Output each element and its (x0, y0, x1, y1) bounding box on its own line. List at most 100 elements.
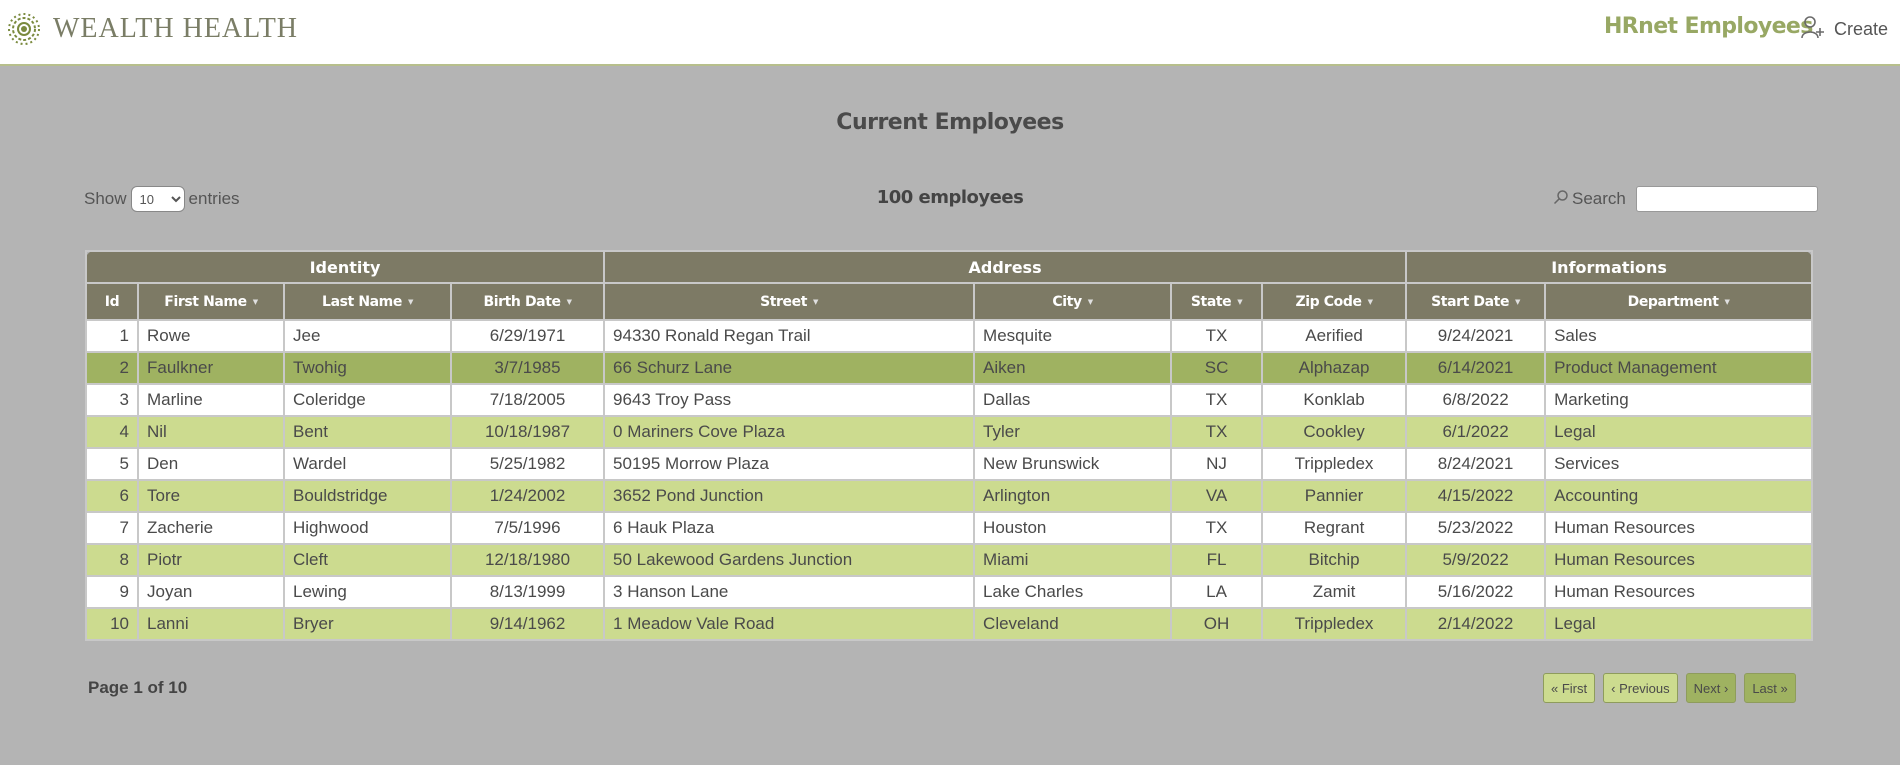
cell-city: Aiken (973, 351, 1173, 385)
group-header-address: Address (603, 250, 1408, 284)
cell-city: New Brunswick (973, 447, 1173, 481)
cell-birth-date: 7/18/2005 (449, 383, 606, 417)
cell-last-name: Coleridge (283, 383, 452, 417)
column-group-row: Identity Address Informations (84, 250, 1814, 284)
cell-state: TX (1170, 415, 1264, 449)
sort-indicator-icon: ▼ (813, 297, 819, 306)
cell-city: Dallas (973, 383, 1173, 417)
column-header-last-name[interactable]: Last Name ▼ (283, 282, 452, 321)
cell-city: Mesquite (973, 319, 1173, 353)
cell-birth-date: 8/13/1999 (449, 575, 606, 609)
cell-state: NJ (1170, 447, 1264, 481)
column-header-first-name[interactable]: First Name ▼ (137, 282, 285, 321)
cell-last-name: Jee (283, 319, 452, 353)
column-header-id[interactable]: Id (85, 282, 139, 321)
pagination: « First ‹ Previous Next › Last » (1543, 673, 1804, 703)
cell-last-name: Wardel (283, 447, 452, 481)
cell-department: Services (1544, 447, 1814, 481)
cell-state: SC (1170, 351, 1264, 385)
nav-title-link[interactable]: HRnet Employees (1604, 14, 1813, 39)
cell-street: 50195 Morrow Plaza (603, 447, 976, 481)
next-page-button[interactable]: Next › (1685, 673, 1737, 703)
cell-zip-code: Aerified (1261, 319, 1408, 353)
cell-id: 2 (85, 351, 139, 385)
cell-start-date: 8/24/2021 (1405, 447, 1547, 481)
cell-street: 1 Meadow Vale Road (603, 607, 976, 641)
sort-indicator-icon: ▼ (1087, 297, 1093, 306)
previous-page-button[interactable]: ‹ Previous (1603, 673, 1678, 703)
cell-id: 3 (85, 383, 139, 417)
cell-id: 5 (85, 447, 139, 481)
cell-street: 94330 Ronald Regan Trail (603, 319, 976, 353)
cell-street: 50 Lakewood Gardens Junction (603, 543, 976, 577)
cell-last-name: Twohig (283, 351, 452, 385)
cell-city: Arlington (973, 479, 1173, 513)
cell-first-name: Tore (137, 479, 285, 513)
column-header-city[interactable]: City ▼ (973, 282, 1173, 321)
cell-state: OH (1170, 607, 1264, 641)
table-row[interactable]: 5 Den Wardel 5/25/1982 50195 Morrow Plaza New… (85, 447, 1814, 481)
cell-first-name: Nil (137, 415, 285, 449)
column-header-label: Last Name (322, 293, 402, 310)
cell-department: Human Resources (1544, 511, 1814, 545)
cell-start-date: 5/9/2022 (1405, 543, 1547, 577)
cell-birth-date: 10/18/1987 (449, 415, 606, 449)
column-header-state[interactable]: State ▼ (1170, 282, 1264, 321)
cell-street: 0 Mariners Cove Plaza (603, 415, 976, 449)
cell-id: 9 (85, 575, 139, 609)
group-header-identity: Identity (84, 250, 606, 284)
brand-mandala-icon (7, 10, 41, 48)
cell-start-date: 6/1/2022 (1405, 415, 1547, 449)
cell-department: Product Management (1544, 351, 1814, 385)
cell-city: Tyler (973, 415, 1173, 449)
brand-logo[interactable]: WEALTH HEALTH (7, 10, 298, 48)
cell-zip-code: Zamit (1261, 575, 1408, 609)
cell-zip-code: Cookley (1261, 415, 1408, 449)
cell-birth-date: 5/25/1982 (449, 447, 606, 481)
cell-id: 4 (85, 415, 139, 449)
page-info: Page 1 of 10 (88, 678, 188, 697)
search-control: Search (1553, 186, 1818, 212)
sort-indicator-icon: ▼ (1367, 297, 1373, 306)
column-header-start-date[interactable]: Start Date ▼ (1405, 282, 1547, 321)
cell-start-date: 6/14/2021 (1405, 351, 1547, 385)
table-row[interactable]: 4 Nil Bent 10/18/1987 0 Mariners Cove Plaza T… (85, 415, 1814, 449)
first-page-button[interactable]: « First (1543, 673, 1596, 703)
cell-zip-code: Trippledex (1261, 447, 1408, 481)
create-employee-link[interactable]: Create (1800, 14, 1888, 45)
sort-indicator-icon: ▼ (1724, 297, 1730, 306)
table-row[interactable]: 3 Marline Coleridge 7/18/2005 9643 Troy Pass… (85, 383, 1814, 417)
table-row[interactable]: 6 Tore Bouldstridge 1/24/2002 3652 Pond Junc… (85, 479, 1814, 513)
cell-start-date: 5/16/2022 (1405, 575, 1547, 609)
cell-city: Houston (973, 511, 1173, 545)
table-row[interactable]: 9 Joyan Lewing 8/13/1999 3 Hanson Lane Lake C… (85, 575, 1814, 609)
cell-state: VA (1170, 479, 1264, 513)
table-row[interactable]: 2 Faulkner Twohig 3/7/1985 66 Schurz Lane Aik… (85, 351, 1814, 385)
search-input[interactable] (1635, 186, 1818, 212)
sort-indicator-icon: ▼ (252, 297, 258, 306)
cell-department: Sales (1544, 319, 1814, 353)
table-row[interactable]: 10 Lanni Bryer 9/14/1962 1 Meadow Vale Road C… (85, 607, 1814, 641)
column-header-birth-date[interactable]: Birth Date ▼ (449, 282, 606, 321)
cell-id: 10 (85, 607, 139, 641)
cell-first-name: Joyan (137, 575, 285, 609)
column-header-label: State (1190, 293, 1232, 310)
cell-state: TX (1170, 383, 1264, 417)
sort-indicator-icon: ▼ (407, 297, 413, 306)
cell-street: 9643 Troy Pass (603, 383, 976, 417)
column-header-street[interactable]: Street ▼ (603, 282, 976, 321)
column-header-label: Street (760, 293, 808, 310)
table-row[interactable]: 8 Piotr Cleft 12/18/1980 50 Lakewood Gardens… (85, 543, 1814, 577)
last-page-button[interactable]: Last » (1744, 673, 1796, 703)
column-header-department[interactable]: Department ▼ (1544, 282, 1814, 321)
cell-department: Legal (1544, 607, 1814, 641)
cell-birth-date: 3/7/1985 (449, 351, 606, 385)
create-label: Create (1834, 19, 1889, 39)
table-row[interactable]: 7 Zacherie Highwood 7/5/1996 6 Hauk Plaza Hou… (85, 511, 1814, 545)
employees-table-body: 1 Rowe Jee 6/29/1971 94330 Ronald Regan Trai… (85, 319, 1814, 641)
table-row[interactable]: 1 Rowe Jee 6/29/1971 94330 Ronald Regan Trai… (85, 319, 1814, 353)
cell-last-name: Bent (283, 415, 452, 449)
column-header-zip-code[interactable]: Zip Code ▼ (1261, 282, 1408, 321)
cell-department: Legal (1544, 415, 1814, 449)
cell-start-date: 6/8/2022 (1405, 383, 1547, 417)
